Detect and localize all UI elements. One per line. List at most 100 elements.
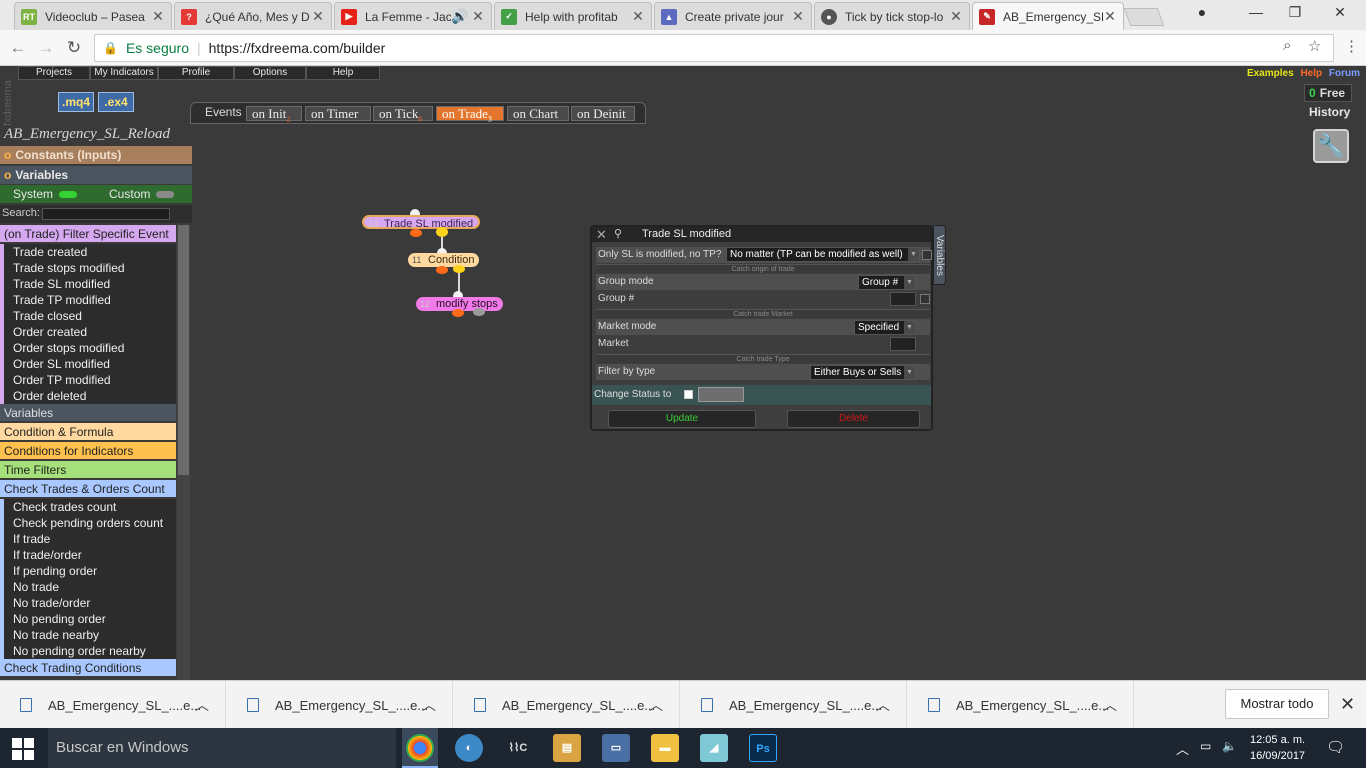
update-button[interactable]: Update: [608, 410, 756, 428]
block-trade-sl-modified[interactable]: 13 Trade SL modified: [362, 215, 481, 230]
only-sl-select[interactable]: No matter (TP can be modified as well) ▼: [726, 247, 920, 262]
chevron-up-icon[interactable]: ︿: [649, 695, 663, 715]
browser-tab-videoclub[interactable]: RT Videoclub – Pasea ✕: [14, 2, 172, 30]
zoom-icon[interactable]: ⌕: [1283, 37, 1291, 54]
examples-link[interactable]: Examples: [1247, 68, 1294, 79]
plan-badge[interactable]: 0 Free: [1304, 84, 1352, 102]
new-tab-button[interactable]: [1123, 8, 1165, 26]
constants-header[interactable]: o Constants (Inputs): [0, 146, 192, 164]
system-toggle[interactable]: [59, 190, 78, 198]
menu-projects[interactable]: Projects: [18, 66, 90, 80]
group-mode-select[interactable]: Group # ▼: [858, 275, 916, 290]
download-item[interactable]: AB_Emergency_SL_....e... ︿: [227, 681, 453, 729]
block-list-item[interactable]: Trade SL modified: [0, 276, 176, 292]
block-list-item[interactable]: Trade TP modified: [0, 292, 176, 308]
display-icon[interactable]: ▭: [602, 734, 630, 762]
help-link[interactable]: Help: [1300, 68, 1322, 79]
notifications-icon[interactable]: 🗨: [1326, 738, 1345, 756]
history-link[interactable]: History: [1309, 105, 1350, 119]
menu-help[interactable]: Help: [306, 66, 380, 80]
custom-toggle[interactable]: [156, 190, 175, 198]
chevron-up-icon[interactable]: ︿: [422, 695, 436, 715]
variables-header[interactable]: o Variables: [0, 166, 192, 184]
group-number-checkbox[interactable]: [920, 294, 930, 304]
project-title[interactable]: AB_Emergency_SL_Reload: [4, 126, 170, 143]
chevron-up-icon[interactable]: ︿: [1103, 695, 1117, 715]
close-icon[interactable]: ✕: [311, 8, 325, 25]
variables-side-tab[interactable]: Variables: [933, 225, 946, 285]
chevron-up-icon[interactable]: ︿: [1176, 739, 1189, 758]
close-icon[interactable]: ✕: [631, 8, 645, 25]
download-item[interactable]: AB_Emergency_SL_....e... ︿: [0, 681, 226, 729]
output-connector-yes[interactable]: [453, 265, 465, 273]
menu-icon[interactable]: ⋮: [1344, 37, 1359, 55]
category-header[interactable]: Check Trades & Orders Count: [0, 480, 176, 499]
minimize-icon[interactable]: —: [1246, 4, 1266, 20]
battery-icon[interactable]: ▭: [1200, 739, 1211, 753]
block-list-item[interactable]: Order TP modified: [0, 372, 176, 388]
close-icon[interactable]: ✕: [1103, 8, 1117, 25]
market-input[interactable]: [890, 337, 916, 351]
menu-options[interactable]: Options: [234, 66, 306, 80]
block-list-item[interactable]: Check pending orders count: [0, 515, 176, 531]
output-connector[interactable]: [452, 309, 464, 317]
block-list-item[interactable]: If trade/order: [0, 547, 176, 563]
pin-icon[interactable]: ⚲: [614, 227, 622, 240]
change-status-checkbox[interactable]: [684, 390, 693, 399]
block-list-item[interactable]: Trade created: [0, 244, 176, 260]
browser-tab-la-femme[interactable]: ▶ La Femme - Jac 🔊 ✕: [334, 2, 492, 30]
chevron-up-icon[interactable]: ︿: [876, 695, 890, 715]
block-list-item[interactable]: Order deleted: [0, 388, 176, 404]
photoshop-icon[interactable]: Ps: [749, 734, 777, 762]
filter-type-select[interactable]: Either Buys or Sells ▼: [810, 365, 916, 380]
forward-icon[interactable]: →: [36, 38, 56, 58]
menu-profile[interactable]: Profile: [158, 66, 234, 80]
close-icon[interactable]: ✕: [471, 8, 485, 25]
close-icon[interactable]: ✕: [1340, 694, 1355, 715]
only-sl-checkbox[interactable]: [922, 250, 932, 260]
group-number-input[interactable]: [890, 292, 916, 306]
block-list-item[interactable]: Order created: [0, 324, 176, 340]
tab-on-deinit[interactable]: on Deinit: [571, 106, 635, 121]
block-list-item[interactable]: If pending order: [0, 563, 176, 579]
browser-tab-que-ano[interactable]: ? ¿Qué Año, Mes y D ✕: [174, 2, 332, 30]
ex4-button[interactable]: .ex4: [98, 92, 134, 112]
market-mode-select[interactable]: Specified ▼: [854, 320, 916, 335]
windows-start-icon[interactable]: [12, 738, 34, 760]
browser-tab-tick-by-tick[interactable]: ● Tick by tick stop-lo ✕: [814, 2, 970, 30]
bookmark-star-icon[interactable]: ☆: [1308, 37, 1321, 55]
tab-on-timer[interactable]: on Timer: [305, 106, 371, 121]
block-list-item[interactable]: No pending order nearby: [0, 643, 176, 659]
archive-icon[interactable]: ▤: [553, 734, 581, 762]
window-close-icon[interactable]: ✕: [1330, 4, 1350, 21]
change-status-input[interactable]: [698, 387, 744, 402]
block-list-item[interactable]: If trade: [0, 531, 176, 547]
back-icon[interactable]: ←: [8, 38, 28, 58]
search-input[interactable]: [42, 208, 170, 220]
volume-icon[interactable]: 🔈: [1222, 739, 1237, 753]
show-all-button[interactable]: Mostrar todo: [1225, 689, 1329, 719]
chevron-up-icon[interactable]: ︿: [195, 695, 209, 715]
profile-icon[interactable]: ●: [1192, 4, 1212, 20]
chrome-icon[interactable]: [406, 734, 434, 762]
close-icon[interactable]: ✕: [791, 8, 805, 25]
block-list-item[interactable]: Trade stops modified: [0, 260, 176, 276]
download-item[interactable]: AB_Emergency_SL_....e... ︿: [454, 681, 680, 729]
metatrader-icon[interactable]: ⌇⌇C: [504, 734, 532, 762]
category-header[interactable]: Time Filters: [0, 461, 176, 480]
category-header[interactable]: Condition & Formula: [0, 423, 176, 442]
block-list-item[interactable]: Trade closed: [0, 308, 176, 324]
block-condition[interactable]: 11 Condition: [408, 253, 480, 267]
block-list-item[interactable]: No trade/order: [0, 595, 176, 611]
menu-my-indicators[interactable]: My Indicators: [90, 66, 158, 80]
output-connector-yes[interactable]: [436, 227, 448, 237]
tab-on-tick[interactable]: on Tick6: [373, 106, 433, 124]
download-item[interactable]: AB_Emergency_SL_....e... ︿: [908, 681, 1134, 729]
output-connector-no[interactable]: [436, 266, 448, 274]
block-list-item[interactable]: No pending order: [0, 611, 176, 627]
address-bar[interactable]: 🔒 Es seguro | https://fxdreema.com/build…: [94, 34, 1334, 62]
block-list-item[interactable]: No trade: [0, 579, 176, 595]
tab-on-trade[interactable]: on Trade3: [436, 106, 504, 124]
output-connector-no[interactable]: [410, 229, 422, 237]
taskbar-search[interactable]: Buscar en Windows: [48, 728, 396, 768]
